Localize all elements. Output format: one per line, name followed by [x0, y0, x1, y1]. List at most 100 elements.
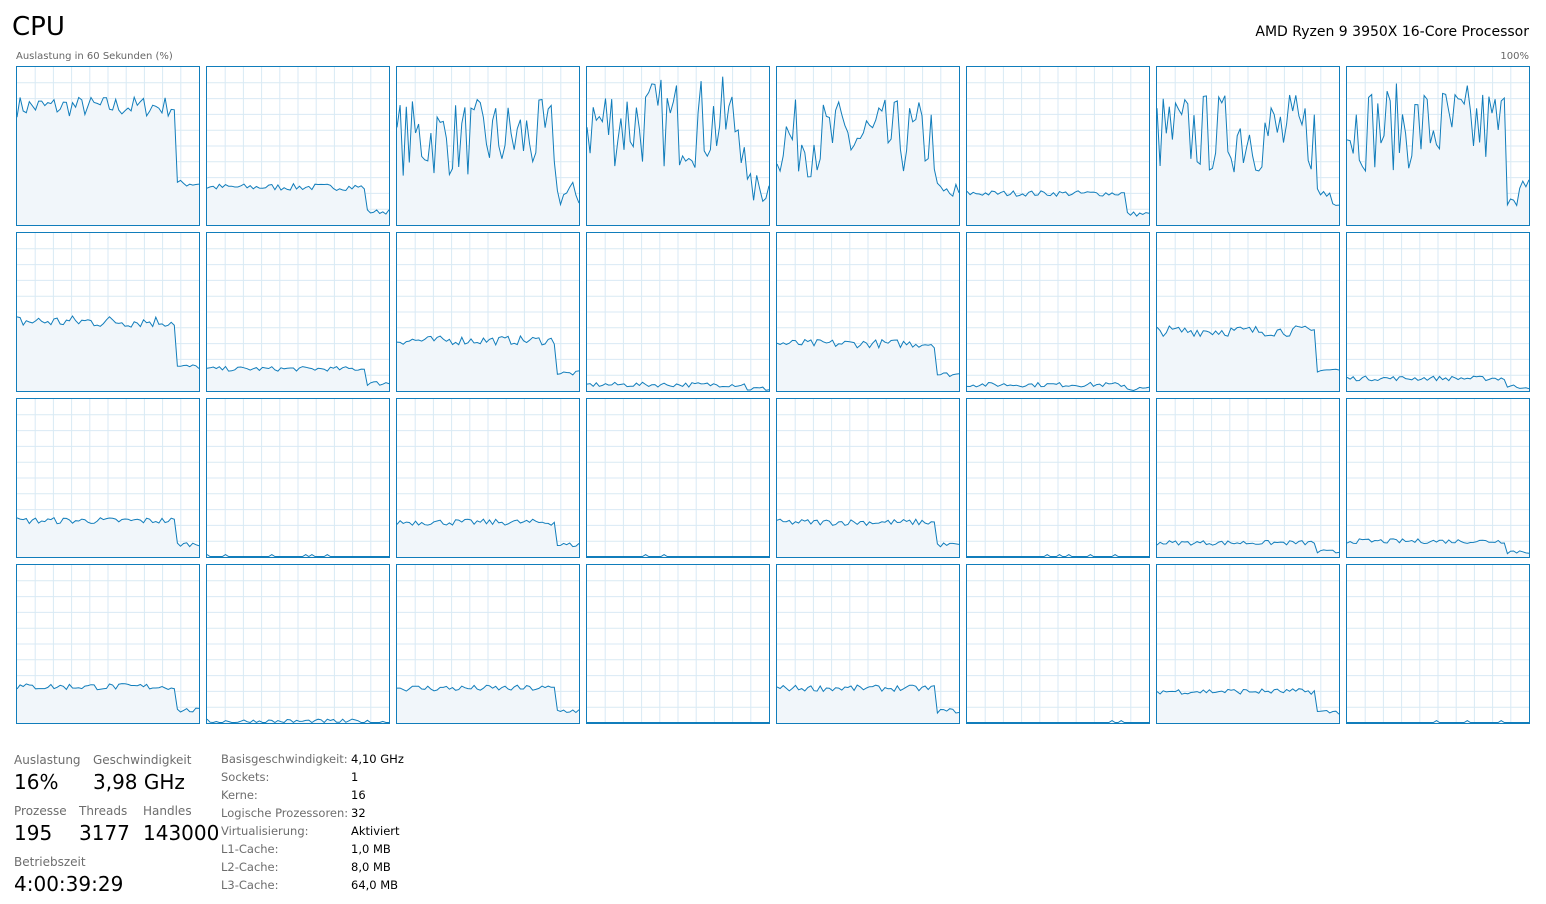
core-graph-svg: [967, 399, 1149, 557]
core-graph-svg: [967, 233, 1149, 391]
cpu-core-graph[interactable]: [586, 398, 770, 558]
info-key: L3-Cache:: [221, 878, 279, 892]
cpu-core-graph[interactable]: [396, 564, 580, 724]
info-key: Logische Prozessoren:: [221, 806, 349, 820]
core-graph-svg: [397, 67, 579, 225]
core-graph-svg: [967, 67, 1149, 225]
info-value: 64,0 MB: [351, 878, 399, 892]
core-graph-svg: [397, 233, 579, 391]
core-graph-svg: [587, 233, 769, 391]
cpu-core-graph[interactable]: [776, 66, 960, 226]
uptime-value: 4:00:39:29: [14, 872, 124, 896]
core-graph-svg: [777, 233, 959, 391]
cpu-core-graph[interactable]: [1156, 66, 1340, 226]
info-key: L2-Cache:: [221, 860, 279, 874]
cpu-core-graph[interactable]: [966, 398, 1150, 558]
core-graph-svg: [587, 399, 769, 557]
core-graph-svg: [1157, 233, 1339, 391]
cpu-core-graph[interactable]: [776, 564, 960, 724]
page-title: CPU: [12, 12, 65, 42]
cpu-core-graph[interactable]: [16, 564, 200, 724]
core-graph-svg: [207, 67, 389, 225]
info-value: 1,0 MB: [351, 842, 391, 856]
processes-label: Prozesse: [14, 804, 67, 818]
cpu-core-graph[interactable]: [206, 232, 390, 392]
core-graph-svg: [777, 565, 959, 723]
info-key: Virtualisierung:: [221, 824, 309, 838]
utilization-area: [17, 97, 199, 225]
cpu-core-graph[interactable]: [1346, 564, 1530, 724]
core-graph-svg: [1157, 399, 1339, 557]
cpu-core-graph[interactable]: [206, 398, 390, 558]
utilization-area: [397, 336, 579, 391]
cpu-core-graph[interactable]: [396, 66, 580, 226]
info-key: Sockets:: [221, 770, 270, 784]
core-graph-svg: [207, 399, 389, 557]
info-value: 4,10 GHz: [351, 752, 404, 766]
utilization-area: [17, 683, 199, 723]
cpu-core-graph[interactable]: [966, 66, 1150, 226]
speed-label: Geschwindigkeit: [93, 753, 192, 767]
core-graph-svg: [1157, 67, 1339, 225]
utilization-value: 16%: [14, 770, 59, 794]
info-value: 32: [351, 806, 366, 820]
core-graph-svg: [17, 67, 199, 225]
info-value: Aktiviert: [351, 824, 400, 838]
cpu-core-graph[interactable]: [1156, 564, 1340, 724]
cpu-core-graph[interactable]: [1156, 232, 1340, 392]
core-graph-svg: [207, 565, 389, 723]
cpu-core-graph[interactable]: [396, 232, 580, 392]
cpu-core-graph[interactable]: [206, 564, 390, 724]
utilization-area: [17, 517, 199, 557]
cpu-core-graph[interactable]: [1346, 398, 1530, 558]
utilization-area: [1157, 325, 1339, 391]
utilization-area: [967, 190, 1149, 225]
cpu-core-graph[interactable]: [1156, 398, 1340, 558]
cpu-core-graph[interactable]: [966, 232, 1150, 392]
cpu-core-graph[interactable]: [586, 564, 770, 724]
core-graph-svg: [397, 399, 579, 557]
core-graph-svg: [17, 233, 199, 391]
cpu-core-graph[interactable]: [396, 398, 580, 558]
core-graph-svg: [17, 399, 199, 557]
info-value: 16: [351, 788, 366, 802]
cpu-core-graph[interactable]: [206, 66, 390, 226]
core-graph-svg: [587, 565, 769, 723]
core-graph-svg: [17, 565, 199, 723]
speed-value: 3,98 GHz: [93, 770, 185, 794]
core-graph-svg: [1347, 399, 1529, 557]
info-key: L1-Cache:: [221, 842, 279, 856]
core-graph-svg: [1347, 233, 1529, 391]
cpu-graph-grid[interactable]: [16, 66, 1530, 726]
cpu-core-graph[interactable]: [776, 398, 960, 558]
utilization-area: [17, 316, 199, 391]
cpu-core-graph[interactable]: [776, 232, 960, 392]
handles-label: Handles: [143, 804, 192, 818]
cpu-core-graph[interactable]: [16, 66, 200, 226]
core-graph-svg: [1347, 565, 1529, 723]
core-graph-svg: [1347, 67, 1529, 225]
core-graph-svg: [777, 67, 959, 225]
cpu-core-graph[interactable]: [586, 232, 770, 392]
core-graph-svg: [1157, 565, 1339, 723]
handles-value: 143000: [143, 821, 220, 845]
info-key: Basisgeschwindigkeit:: [221, 752, 348, 766]
cpu-core-graph[interactable]: [966, 564, 1150, 724]
threads-label: Threads: [79, 804, 128, 818]
cpu-core-graph[interactable]: [16, 232, 200, 392]
graph-y-label: Auslastung in 60 Sekunden (%): [16, 51, 173, 62]
core-graph-svg: [397, 565, 579, 723]
info-key: Kerne:: [221, 788, 258, 802]
cpu-core-graph[interactable]: [16, 398, 200, 558]
cpu-core-graph[interactable]: [1346, 66, 1530, 226]
processor-name: AMD Ryzen 9 3950X 16-Core Processor: [1255, 24, 1529, 40]
core-graph-svg: [777, 399, 959, 557]
core-graph-svg: [207, 233, 389, 391]
utilization-area: [397, 685, 579, 723]
utilization-area: [777, 339, 959, 391]
info-value: 8,0 MB: [351, 860, 391, 874]
cpu-core-graph[interactable]: [586, 66, 770, 226]
processes-value: 195: [14, 821, 53, 845]
cpu-core-graph[interactable]: [1346, 232, 1530, 392]
threads-value: 3177: [79, 821, 130, 845]
